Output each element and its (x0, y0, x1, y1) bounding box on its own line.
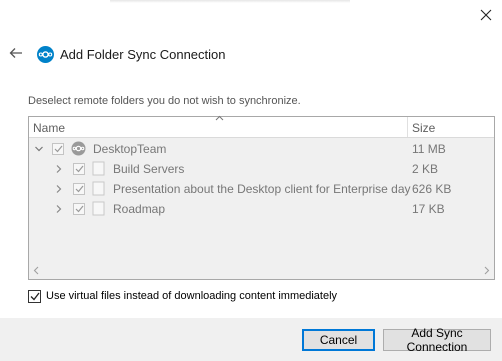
chevron-right-icon[interactable] (54, 184, 64, 194)
virtual-files-checkbox[interactable] (28, 289, 41, 303)
tree-row-presentation[interactable]: Presentation about the Desktop client fo… (29, 179, 494, 199)
nextcloud-logo-icon (37, 45, 54, 63)
column-divider[interactable] (407, 117, 408, 137)
dialog-header: Add Folder Sync Connection (37, 44, 225, 64)
close-icon (480, 9, 492, 21)
checkmark-icon (75, 165, 83, 173)
chevron-right-icon[interactable] (54, 204, 64, 214)
back-arrow-icon (9, 48, 22, 58)
column-header-size[interactable]: Size (412, 121, 435, 135)
checkmark-icon (75, 205, 83, 213)
add-folder-sync-dialog: Add Folder Sync Connection Deselect remo… (0, 0, 502, 361)
nextcloud-account-icon (71, 141, 86, 156)
horizontal-scrollbar[interactable] (29, 262, 494, 279)
dialog-title: Add Folder Sync Connection (60, 46, 226, 62)
tree-row-label: Roadmap (113, 202, 166, 216)
folder-tree[interactable]: Name Size DesktopTeam 11 MB Build Server… (28, 115, 495, 280)
folder-icon (92, 201, 105, 216)
tree-row-size: 626 KB (412, 182, 452, 196)
sort-ascending-icon (215, 115, 224, 121)
cancel-button[interactable]: Cancel (302, 329, 375, 351)
folder-icon (92, 161, 105, 176)
checkmark-icon (75, 185, 83, 193)
tree-checkbox[interactable] (73, 163, 85, 175)
tree-row-size: 2 KB (412, 162, 439, 176)
virtual-files-label: Use virtual files instead of downloading… (46, 290, 338, 302)
tree-row-size: 17 KB (412, 202, 445, 216)
tree-header: Name Size (29, 115, 494, 138)
virtual-files-option[interactable]: Use virtual files instead of downloading… (28, 288, 337, 304)
close-button[interactable] (474, 4, 498, 26)
add-sync-connection-button[interactable]: Add Sync Connection (383, 326, 491, 354)
tree-row-root[interactable]: DesktopTeam 11 MB (29, 139, 494, 159)
back-button[interactable] (5, 42, 27, 64)
tree-row-size: 11 MB (412, 142, 446, 156)
tree-row-build-servers[interactable]: Build Servers 2 KB (29, 159, 494, 179)
scroll-right-icon[interactable] (484, 266, 490, 275)
folder-icon (92, 181, 105, 196)
chevron-down-icon[interactable] (34, 144, 44, 154)
chevron-right-icon[interactable] (54, 164, 64, 174)
window-shadow (110, 0, 350, 3)
tree-checkbox[interactable] (73, 203, 85, 215)
scroll-left-icon[interactable] (33, 266, 39, 275)
checkmark-icon (30, 292, 40, 300)
tree-checkbox[interactable] (73, 183, 85, 195)
tree-checkbox-root[interactable] (52, 143, 64, 155)
checkmark-icon (54, 145, 62, 153)
tree-row-label: DesktopTeam (93, 142, 167, 156)
tree-row-roadmap[interactable]: Roadmap 17 KB (29, 199, 494, 219)
tree-row-label: Build Servers (113, 162, 185, 176)
instructions-text: Deselect remote folders you do not wish … (28, 95, 301, 107)
tree-row-label: Presentation about the Desktop client fo… (113, 182, 411, 196)
column-header-name[interactable]: Name (33, 121, 65, 135)
